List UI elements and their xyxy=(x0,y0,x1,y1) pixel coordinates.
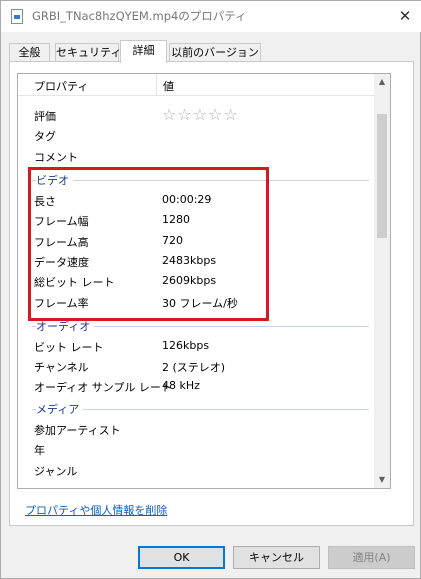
list-row-tags[interactable]: タグ xyxy=(18,125,375,145)
window-title: GRBI_TNac8hzQYEM.mp4のプロパティ xyxy=(32,9,247,23)
scroll-up-arrow-icon[interactable]: ▲ xyxy=(374,74,390,90)
property-list[interactable]: プロパティ 値 評価 ☆☆☆☆☆ タグ コメント ビデオ 長さ 00:00:29… xyxy=(17,73,391,489)
video-file-icon xyxy=(11,9,23,24)
list-row[interactable]: 長さ 00:00:29 xyxy=(18,190,375,210)
list-row[interactable]: フレーム率 30 フレーム/秒 xyxy=(18,292,375,312)
column-divider[interactable] xyxy=(156,74,157,96)
property-name: チャンネル xyxy=(34,361,89,374)
list-row[interactable]: フレーム高 720 xyxy=(18,231,375,251)
list-row[interactable]: 参加アーティスト xyxy=(18,419,375,439)
property-name: フレーム高 xyxy=(34,236,89,249)
ok-button[interactable]: OK xyxy=(138,546,225,569)
rating-stars-icon[interactable]: ☆☆☆☆☆ xyxy=(162,105,239,124)
list-row-rating[interactable]: 評価 ☆☆☆☆☆ xyxy=(18,105,375,125)
list-row[interactable]: オーディオ サンプル レート 48 kHz xyxy=(18,376,375,396)
group-divider xyxy=(32,180,369,181)
property-name: ジャンル xyxy=(34,465,78,478)
property-value: 48 kHz xyxy=(162,379,200,392)
tab-general[interactable]: 全般 xyxy=(9,43,50,62)
scroll-down-arrow-icon[interactable]: ▼ xyxy=(374,472,390,488)
property-value: 30 フレーム/秒 xyxy=(162,297,238,310)
property-value: 720 xyxy=(162,234,183,247)
property-name: フレーム幅 xyxy=(34,215,89,228)
properties-dialog: GRBI_TNac8hzQYEM.mp4のプロパティ ✕ 全般 セキュリティ 詳… xyxy=(0,0,421,579)
column-header-property[interactable]: プロパティ xyxy=(34,78,88,94)
list-row[interactable]: ビット レート 126kbps xyxy=(18,336,375,356)
list-row[interactable]: ジャンル xyxy=(18,460,375,480)
property-value: 2 (ステレオ) xyxy=(162,361,226,374)
cancel-button[interactable]: キャンセル xyxy=(233,546,320,569)
tab-security[interactable]: セキュリティ xyxy=(55,43,121,62)
property-name: 評価 xyxy=(34,110,56,123)
list-row[interactable]: 総ビット レート 2609kbps xyxy=(18,271,375,291)
group-header-video: ビデオ xyxy=(18,169,375,189)
list-row[interactable]: チャンネル 2 (ステレオ) xyxy=(18,356,375,376)
vertical-scrollbar[interactable]: ▲ ▼ xyxy=(374,74,390,488)
list-row[interactable]: 年 xyxy=(18,439,375,459)
list-row-comments[interactable]: コメント xyxy=(18,146,375,166)
scrollbar-thumb[interactable] xyxy=(377,114,387,238)
property-value: 126kbps xyxy=(162,339,210,352)
property-name: 総ビット レート xyxy=(34,276,115,289)
list-header: プロパティ 値 xyxy=(18,74,375,96)
tab-previous-versions[interactable]: 以前のバージョン xyxy=(169,43,261,62)
list-row[interactable]: フレーム幅 1280 xyxy=(18,210,375,230)
remove-properties-link[interactable]: プロパティや個人情報を削除 xyxy=(25,502,167,518)
apply-button[interactable]: 適用(A) xyxy=(328,546,415,569)
property-name: 年 xyxy=(34,444,45,457)
tab-details[interactable]: 詳細 xyxy=(120,40,167,63)
group-label: ビデオ xyxy=(36,172,73,188)
property-name: 長さ xyxy=(34,195,56,208)
property-name: タグ xyxy=(34,130,56,143)
property-name: 参加アーティスト xyxy=(34,424,121,437)
property-value: 2483kbps xyxy=(162,254,217,267)
group-header-audio: オーディオ xyxy=(18,315,375,335)
property-name: オーディオ サンプル レート xyxy=(34,381,172,394)
group-label: オーディオ xyxy=(36,318,95,334)
property-value: 00:00:29 xyxy=(162,193,212,206)
property-name: フレーム率 xyxy=(34,297,89,310)
property-name: ビット レート xyxy=(34,341,104,354)
column-header-value[interactable]: 値 xyxy=(163,78,174,94)
list-row[interactable]: データ速度 2483kbps xyxy=(18,251,375,271)
title-bar[interactable]: GRBI_TNac8hzQYEM.mp4のプロパティ ✕ xyxy=(1,1,421,32)
property-name: コメント xyxy=(34,151,78,164)
group-header-media: メディア xyxy=(18,398,375,418)
property-value: 2609kbps xyxy=(162,274,217,287)
group-label: メディア xyxy=(36,401,84,417)
property-name: データ速度 xyxy=(34,256,89,269)
property-value: 1280 xyxy=(162,213,190,226)
close-button[interactable]: ✕ xyxy=(388,1,421,32)
